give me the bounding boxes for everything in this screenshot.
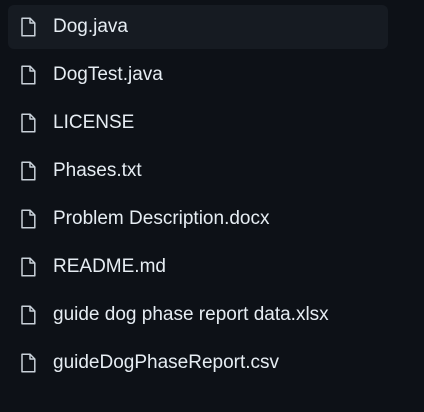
file-icon: [20, 113, 36, 133]
file-icon: [20, 161, 36, 181]
file-row-problem-description-docx[interactable]: Problem Description.docx: [8, 197, 388, 241]
file-row-dogtest-java[interactable]: DogTest.java: [8, 53, 388, 97]
file-icon: [20, 17, 36, 37]
file-name[interactable]: LICENSE: [53, 112, 134, 134]
file-icon: [20, 257, 36, 277]
file-list: Dog.java DogTest.java LICENSE Phases.txt: [0, 0, 424, 412]
file-name[interactable]: DogTest.java: [53, 64, 163, 86]
file-name[interactable]: README.md: [53, 256, 166, 278]
file-row-guidedogphasereport-csv[interactable]: guideDogPhaseReport.csv: [8, 341, 388, 385]
file-row-guide-dog-phase-report-data-xlsx[interactable]: guide dog phase report data.xlsx: [8, 293, 388, 337]
file-name[interactable]: guide dog phase report data.xlsx: [53, 304, 329, 326]
file-icon: [20, 353, 36, 373]
file-name[interactable]: Phases.txt: [53, 160, 142, 182]
file-row-readme-md[interactable]: README.md: [8, 245, 388, 289]
file-name[interactable]: Dog.java: [53, 16, 128, 38]
file-name[interactable]: Problem Description.docx: [53, 208, 269, 230]
file-row-license[interactable]: LICENSE: [8, 101, 388, 145]
file-row-dog-java[interactable]: Dog.java: [8, 5, 388, 49]
file-icon: [20, 65, 36, 85]
file-icon: [20, 305, 36, 325]
file-row-phases-txt[interactable]: Phases.txt: [8, 149, 388, 193]
file-icon: [20, 209, 36, 229]
file-name[interactable]: guideDogPhaseReport.csv: [53, 352, 279, 374]
